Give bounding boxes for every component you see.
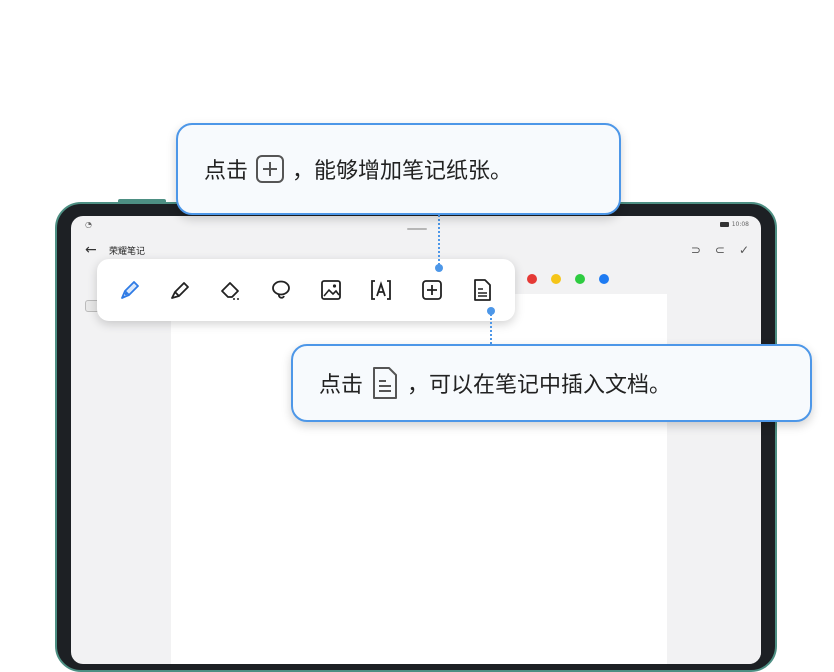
callout-anchor-doc xyxy=(487,307,495,315)
color-red[interactable] xyxy=(527,274,537,284)
callout-add-suffix: ，能够增加笔记纸张。 xyxy=(292,159,513,184)
lasso-icon[interactable] xyxy=(265,274,297,306)
app-title: 荣耀笔记 xyxy=(109,247,146,257)
callout-anchor-add xyxy=(435,264,443,272)
status-bar: ◔ 10:08 xyxy=(71,216,761,234)
image-icon[interactable] xyxy=(315,274,347,306)
redo-icon[interactable]: ⊂ xyxy=(715,240,725,260)
callout-add-page: 点击 ，能够增加笔记纸张。 xyxy=(176,123,621,215)
callout-pointer-doc xyxy=(490,314,492,344)
wifi-icon: ◔ xyxy=(85,220,92,229)
back-arrow-icon[interactable]: ← xyxy=(85,240,97,260)
add-page-icon xyxy=(254,153,286,185)
drawing-toolbar xyxy=(97,259,515,321)
callout-pointer-add xyxy=(438,215,440,265)
highlighter-icon[interactable] xyxy=(164,274,196,306)
color-blue[interactable] xyxy=(599,274,609,284)
text-icon[interactable] xyxy=(365,274,397,306)
undo-icon[interactable]: ⊃ xyxy=(691,240,701,260)
callout-doc-suffix: ，可以在笔记中插入文档。 xyxy=(407,373,672,398)
drag-handle[interactable] xyxy=(407,228,427,230)
callout-insert-document: 点击 ，可以在笔记中插入文档。 xyxy=(291,344,812,422)
eraser-icon[interactable] xyxy=(215,274,247,306)
header-actions: ⊃ ⊂ ✓ xyxy=(691,240,749,260)
done-icon[interactable]: ✓ xyxy=(739,240,749,260)
status-time: 10:08 xyxy=(731,221,749,228)
battery-icon xyxy=(719,222,729,227)
document-icon[interactable] xyxy=(466,274,498,306)
color-yellow[interactable] xyxy=(551,274,561,284)
color-green[interactable] xyxy=(575,274,585,284)
pen-icon[interactable] xyxy=(114,274,146,306)
callout-doc-prefix: 点击 xyxy=(319,373,364,398)
callout-add-prefix: 点击 xyxy=(204,159,249,184)
document-icon xyxy=(369,365,401,401)
color-palette xyxy=(527,274,609,284)
battery-status: 10:08 xyxy=(719,221,749,228)
add-page-icon[interactable] xyxy=(416,274,448,306)
